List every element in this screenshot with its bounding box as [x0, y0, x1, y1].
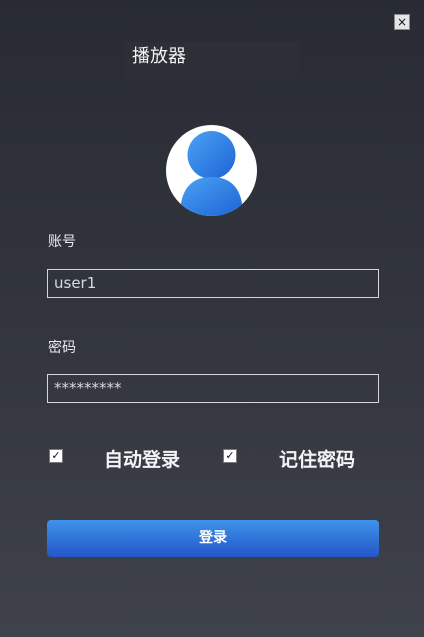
- check-icon: ✓: [51, 449, 61, 462]
- close-button[interactable]: ×: [394, 14, 410, 30]
- remember-password-label: 记住密码: [279, 449, 356, 471]
- close-icon: ×: [396, 15, 408, 29]
- account-input[interactable]: user1: [47, 269, 379, 298]
- login-button[interactable]: 登录: [47, 520, 379, 557]
- password-label: 密码: [48, 340, 76, 356]
- password-input[interactable]: *********: [47, 374, 379, 403]
- window-title: 播放器: [132, 46, 186, 67]
- login-button-label: 登录: [199, 530, 227, 546]
- remember-password-checkbox[interactable]: ✓: [223, 449, 237, 463]
- auto-login-label: 自动登录: [104, 449, 181, 471]
- check-icon: ✓: [225, 449, 235, 462]
- auto-login-checkbox[interactable]: ✓: [49, 449, 63, 463]
- avatar-graphic: [180, 131, 243, 216]
- user-avatar-icon: [166, 125, 257, 216]
- window-title-bar: 播放器: [124, 42, 299, 78]
- account-label: 账号: [48, 234, 76, 250]
